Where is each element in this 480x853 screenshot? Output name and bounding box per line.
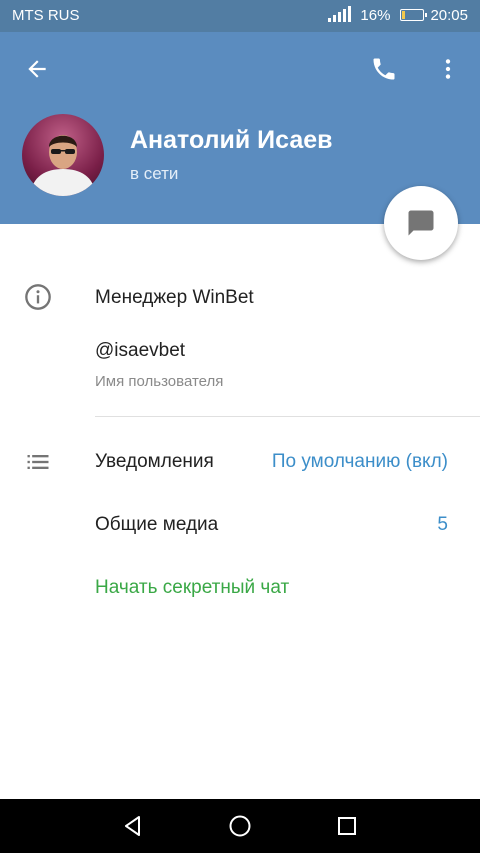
arrow-left-icon: [28, 60, 46, 78]
shared-media-count: 5: [437, 514, 448, 535]
more-options-button[interactable]: [424, 45, 472, 93]
nav-recents-icon: [338, 817, 356, 835]
send-message-button[interactable]: [384, 186, 458, 260]
back-button[interactable]: [13, 45, 61, 93]
status-bar: MTS RUS 16% 20:05: [0, 0, 480, 32]
message-bubble-icon: [408, 210, 434, 236]
shared-media-label: Общие медиа: [95, 514, 219, 535]
nav-home-button[interactable]: [200, 799, 280, 853]
status-right: 16% 20:05: [328, 6, 468, 24]
clock: 20:05: [430, 6, 468, 24]
username-label: Имя пользователя: [95, 373, 224, 390]
carrier-name: MTS RUS: [12, 7, 80, 24]
online-status: в сети: [130, 164, 179, 183]
battery-icon: [400, 9, 428, 21]
info-icon: [22, 281, 54, 313]
avatar-photo: [30, 135, 96, 196]
nav-home-icon: [229, 815, 251, 837]
signal-icon: [328, 6, 354, 24]
username-text[interactable]: @isaevbet: [95, 340, 185, 362]
section-divider: [95, 416, 480, 417]
phone-icon: [373, 58, 395, 80]
contact-name: Анатолий Исаев: [130, 126, 333, 154]
notifications-label: Уведомления: [95, 451, 214, 472]
battery-percent: 16%: [360, 6, 391, 24]
list-icon: [22, 446, 54, 478]
nav-back-button[interactable]: [93, 799, 173, 853]
call-button[interactable]: [360, 45, 408, 93]
start-secret-chat-button[interactable]: Начать секретный чат: [95, 577, 289, 599]
nav-back-icon: [125, 816, 140, 836]
bio-text[interactable]: Менеджер WinBet: [95, 287, 254, 309]
more-vertical-icon: [445, 59, 451, 79]
avatar[interactable]: [22, 114, 104, 196]
battery-level: [402, 11, 406, 19]
navigation-bar: [0, 799, 480, 853]
nav-recents-button[interactable]: [307, 799, 387, 853]
notifications-value: По умолчанию (вкл): [271, 451, 448, 472]
